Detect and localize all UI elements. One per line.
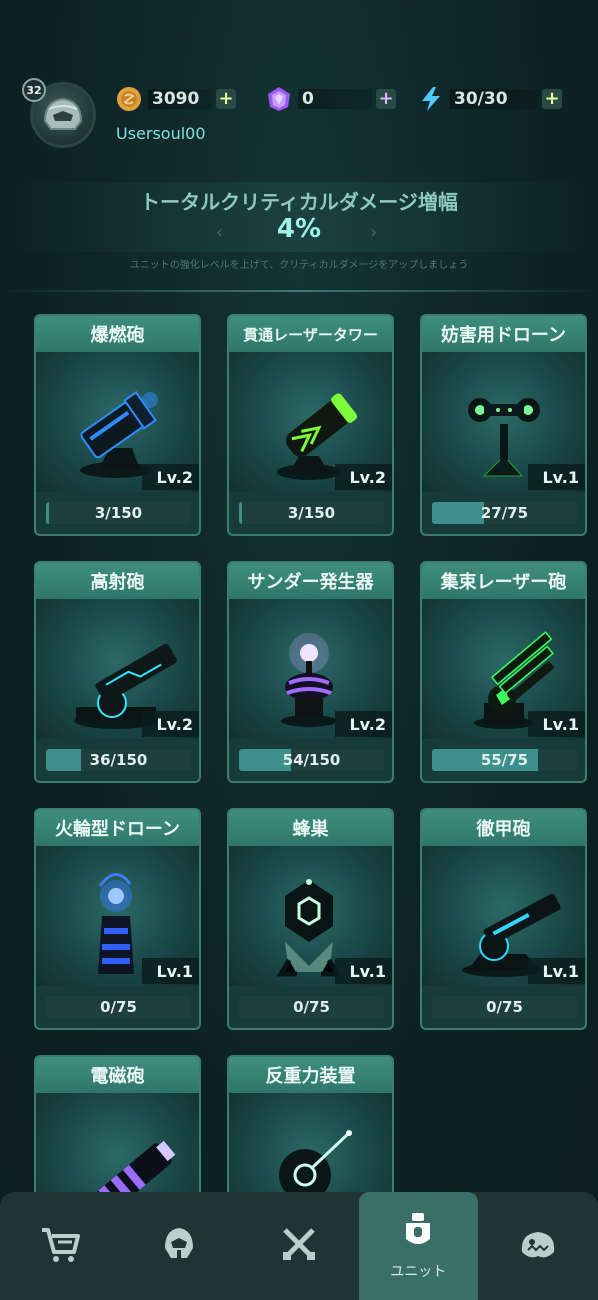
unit-progress-bar: 54/150 — [239, 749, 384, 771]
unit-name: 反重力装置 — [229, 1057, 392, 1093]
helmet-avatar-icon — [43, 97, 83, 130]
unit-progress-bar: 0/75 — [432, 996, 577, 1018]
unit-card[interactable]: 蜂巣 Lv.1 0/75 — [227, 808, 394, 1030]
unit-level: Lv.1 — [528, 464, 585, 490]
unit-name: 蜂巣 — [229, 810, 392, 846]
critical-subtitle: ユニットの強化レベルを上げて、クリティカルダメージをアップしましょう — [129, 260, 469, 271]
critical-title: トータルクリティカルダメージ増幅 — [140, 190, 458, 214]
unit-progress-bar: 3/150 — [46, 502, 191, 524]
unit-level: Lv.2 — [335, 711, 392, 737]
nav-item-monster[interactable] — [478, 1192, 597, 1300]
coin-icon — [116, 86, 142, 112]
player-level-badge: 32 — [22, 78, 46, 102]
unit-card[interactable]: 爆燃砲 Lv.2 3/150 — [34, 314, 201, 536]
unit-progress-bar: 0/75 — [239, 996, 384, 1018]
unit-level: Lv.1 — [528, 958, 585, 984]
unit-progress-text: 3/150 — [94, 504, 143, 522]
unit-progress-text: 55/75 — [480, 751, 529, 769]
unit-card[interactable]: 高射砲 Lv.2 36/150 — [34, 561, 201, 783]
helmet-icon — [159, 1224, 199, 1268]
unit-progress-text: 0/75 — [293, 998, 330, 1016]
add-energy-button[interactable]: + — [542, 89, 562, 109]
unit-icon — [398, 1211, 438, 1255]
unit-progress-text: 3/150 — [287, 504, 336, 522]
unit-level: Lv.1 — [335, 958, 392, 984]
nav-item-crossed-swords[interactable] — [239, 1192, 358, 1300]
unit-progress-bar: 27/75 — [432, 502, 577, 524]
header: 32 Usersoul00 3090 + 0 + 30/30 + トータルクリテ… — [0, 0, 598, 290]
unit-level: Lv.1 — [142, 958, 199, 984]
add-gems-button[interactable]: + — [376, 89, 396, 109]
unit-level: Lv.2 — [142, 464, 199, 490]
energy-resource: 30/30 + — [418, 86, 562, 112]
cart-icon — [38, 1224, 82, 1268]
unit-progress-bar: 36/150 — [46, 749, 191, 771]
nav-item-helmet[interactable] — [120, 1192, 239, 1300]
gem-resource: 0 + — [266, 86, 396, 112]
unit-progress-text: 0/75 — [486, 998, 523, 1016]
right-arrow-icon: › — [370, 222, 378, 243]
unit-progress-text: 0/75 — [100, 998, 137, 1016]
unit-name: 爆燃砲 — [36, 316, 199, 352]
coin-resource: 3090 + — [116, 86, 236, 112]
unit-progress-text: 54/150 — [282, 751, 341, 769]
nav-label: ユニット — [390, 1264, 447, 1280]
unit-name: 徹甲砲 — [422, 810, 585, 846]
unit-progress-bar: 0/75 — [46, 996, 191, 1018]
divider — [0, 290, 598, 292]
unit-name: 高射砲 — [36, 563, 199, 599]
unit-progress-bar: 55/75 — [432, 749, 577, 771]
lightning-icon — [418, 86, 444, 112]
nav-item-cart[interactable] — [0, 1192, 119, 1300]
add-coins-button[interactable]: + — [216, 89, 236, 109]
energy-value: 30/30 — [450, 89, 538, 109]
unit-name: 電磁砲 — [36, 1057, 199, 1093]
unit-name: 妨害用ドローン — [422, 316, 585, 352]
unit-card[interactable]: 貫通レーザータワー Lv.2 3/150 — [227, 314, 394, 536]
unit-name: サンダー発生器 — [229, 563, 392, 599]
gem-icon — [266, 86, 292, 112]
username: Usersoul00 — [116, 124, 206, 143]
unit-progress-text: 27/75 — [480, 504, 529, 522]
gem-value: 0 — [298, 89, 372, 109]
unit-card[interactable]: 火輪型ドローン Lv.1 0/75 — [34, 808, 201, 1030]
unit-progress-bar: 3/150 — [239, 502, 384, 524]
unit-card[interactable]: 妨害用ドローン Lv.1 27/75 — [420, 314, 587, 536]
unit-level: Lv.2 — [142, 711, 199, 737]
unit-card[interactable]: 集束レーザー砲 Lv.1 55/75 — [420, 561, 587, 783]
unit-card[interactable]: サンダー発生器 Lv.2 54/150 — [227, 561, 394, 783]
unit-level: Lv.2 — [335, 464, 392, 490]
bottom-nav: ユニット — [0, 1192, 598, 1300]
unit-name: 火輪型ドローン — [36, 810, 199, 846]
monster-icon — [516, 1224, 560, 1268]
crossed-swords-icon — [279, 1224, 319, 1268]
player-avatar[interactable]: 32 — [22, 78, 96, 148]
unit-name: 集束レーザー砲 — [422, 563, 585, 599]
nav-item-unit[interactable]: ユニット — [358, 1192, 478, 1300]
unit-level: Lv.1 — [528, 711, 585, 737]
coin-value: 3090 — [148, 89, 212, 109]
unit-name: 貫通レーザータワー — [229, 316, 392, 352]
unit-card[interactable]: 徹甲砲 Lv.1 0/75 — [420, 808, 587, 1030]
unit-progress-text: 36/150 — [89, 751, 148, 769]
critical-value: 4% — [276, 214, 322, 244]
